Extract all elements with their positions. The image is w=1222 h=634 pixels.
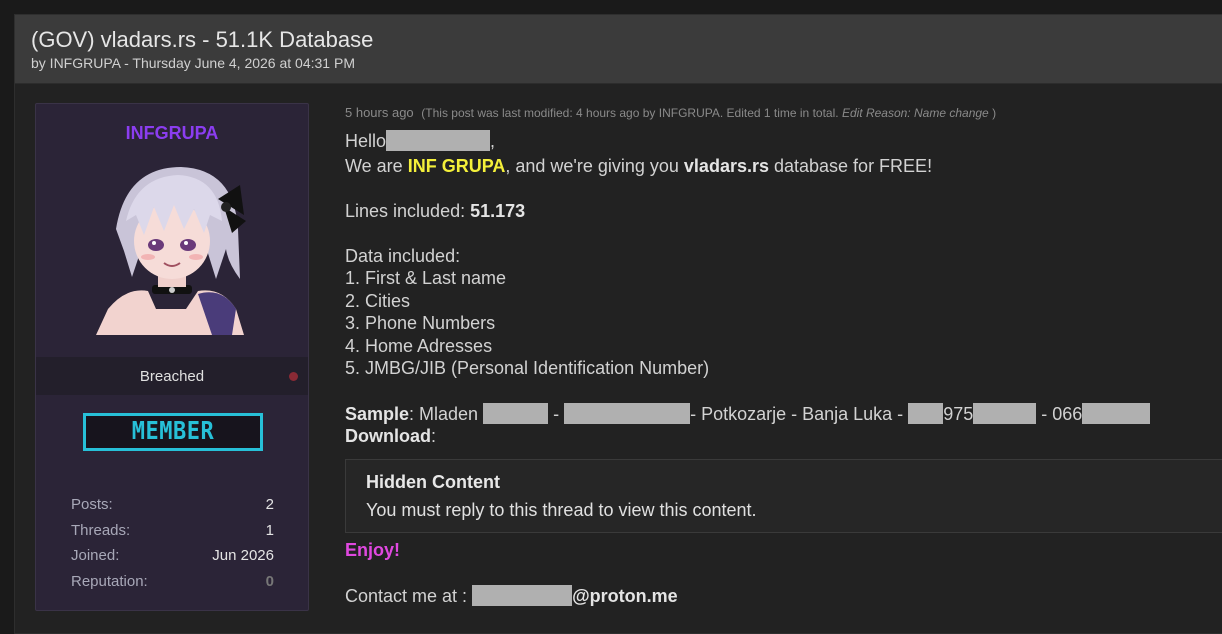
member-badge-label: MEMBER	[131, 417, 215, 446]
user-stats: Posts: 2 Threads: 1 Joined: Jun 2026 Rep…	[71, 496, 274, 598]
data-item: 1. First & Last name	[345, 268, 507, 288]
lines-value: 51.173	[470, 201, 526, 221]
contact-label: Contact me at :	[345, 586, 473, 606]
redacted-id-prefix	[908, 403, 944, 424]
stat-joined: Joined: Jun 2026	[71, 547, 274, 573]
post-meta: 5 hours ago (This post was last modified…	[345, 105, 996, 120]
stat-label: Joined:	[71, 547, 120, 565]
redacted-surname	[483, 403, 549, 424]
sample-text: -	[548, 404, 565, 424]
sample-text: : Mladen	[409, 404, 484, 424]
intro-text: We are	[345, 156, 408, 176]
data-item: 4. Home Adresses	[345, 336, 493, 356]
author-name[interactable]: INFGRUPA	[36, 123, 308, 144]
edit-reason: Name change	[914, 106, 989, 120]
group-name: INF GRUPA	[407, 156, 506, 176]
intro-text: database for FREE!	[768, 156, 933, 176]
member-badge: MEMBER	[83, 413, 263, 451]
intro-text: , and we're giving you	[505, 156, 684, 176]
edit-reason-label: Edit Reason:	[841, 106, 911, 120]
offline-status-icon	[289, 372, 298, 381]
download-label: Download	[345, 426, 431, 446]
data-item: 3. Phone Numbers	[345, 313, 496, 333]
redacted-email	[472, 585, 573, 606]
redacted-id-suffix	[973, 403, 1037, 424]
post-time[interactable]: 5 hours ago	[345, 105, 414, 120]
modified-text: (This post was last modified: 4 hours ag…	[421, 106, 839, 120]
data-header: Data included:	[345, 246, 461, 266]
greeting-line: Hello,	[345, 130, 495, 152]
stat-posts: Posts: 2	[71, 496, 274, 522]
site-name: vladars.rs	[683, 156, 769, 176]
data-item: 2. Cities	[345, 291, 411, 311]
redacted-address	[564, 403, 691, 424]
intro-line: We are INF GRUPA, and we're giving you v…	[345, 156, 932, 177]
enjoy-text: Enjoy!	[345, 540, 401, 560]
stat-label: Posts:	[71, 496, 113, 513]
user-rank: Breached	[139, 368, 205, 385]
thread-meta: by INFGRUPA - Thursday June 4, 2026 at 0…	[31, 55, 355, 71]
lines-line: Lines included: 51.173	[345, 201, 525, 222]
author-card: INFGRUPA Breached MEMBER Posts: 2 Thread…	[35, 103, 309, 611]
download-colon: :	[431, 426, 437, 446]
avatar[interactable]	[86, 159, 258, 335]
download-line: Download:	[345, 426, 436, 447]
thread-container: (GOV) vladars.rs - 51.1K Database by INF…	[14, 14, 1222, 634]
hidden-content-box: Hidden Content You must reply to this th…	[345, 459, 1222, 533]
stat-value: Jun 2026	[212, 547, 274, 565]
lines-label: Lines included:	[345, 201, 471, 221]
greeting: Hello	[345, 131, 387, 151]
redacted-name	[386, 130, 491, 151]
hidden-content-text: You must reply to this thread to view th…	[366, 500, 757, 520]
stat-label: Threads:	[71, 521, 131, 539]
stat-threads: Threads: 1	[71, 522, 274, 548]
stat-value: 1	[265, 521, 274, 539]
contact-line: Contact me at : @proton.me	[345, 585, 678, 607]
modified-close: )	[992, 106, 997, 120]
sample-phone-prefix: - 066	[1036, 404, 1083, 424]
post-modified-note: (This post was last modified: 4 hours ag…	[421, 106, 996, 120]
thread-header: (GOV) vladars.rs - 51.1K Database by INF…	[15, 15, 1222, 84]
sample-line: Sample: Mladen - - Potkozarje - Banja Lu…	[345, 403, 1151, 425]
stat-reputation: Reputation: 0	[71, 573, 274, 599]
stat-value: 2	[265, 496, 274, 513]
stat-label: Reputation:	[71, 572, 148, 590]
contact-domain: @proton.me	[572, 586, 678, 606]
thread-title: (GOV) vladars.rs - 51.1K Database	[31, 27, 374, 52]
hidden-content-title: Hidden Content	[366, 472, 500, 492]
stat-value[interactable]: 0	[266, 573, 274, 590]
sample-label: Sample	[345, 404, 410, 424]
greeting-comma: ,	[490, 131, 496, 151]
redacted-phone	[1082, 403, 1151, 424]
rank-bar: Breached	[36, 357, 308, 395]
sample-place: - Potkozarje - Banja Luka -	[690, 404, 909, 424]
data-item: 5. JMBG/JIB (Personal Identification Num…	[345, 358, 710, 378]
sample-id-digits: 975	[943, 404, 974, 424]
